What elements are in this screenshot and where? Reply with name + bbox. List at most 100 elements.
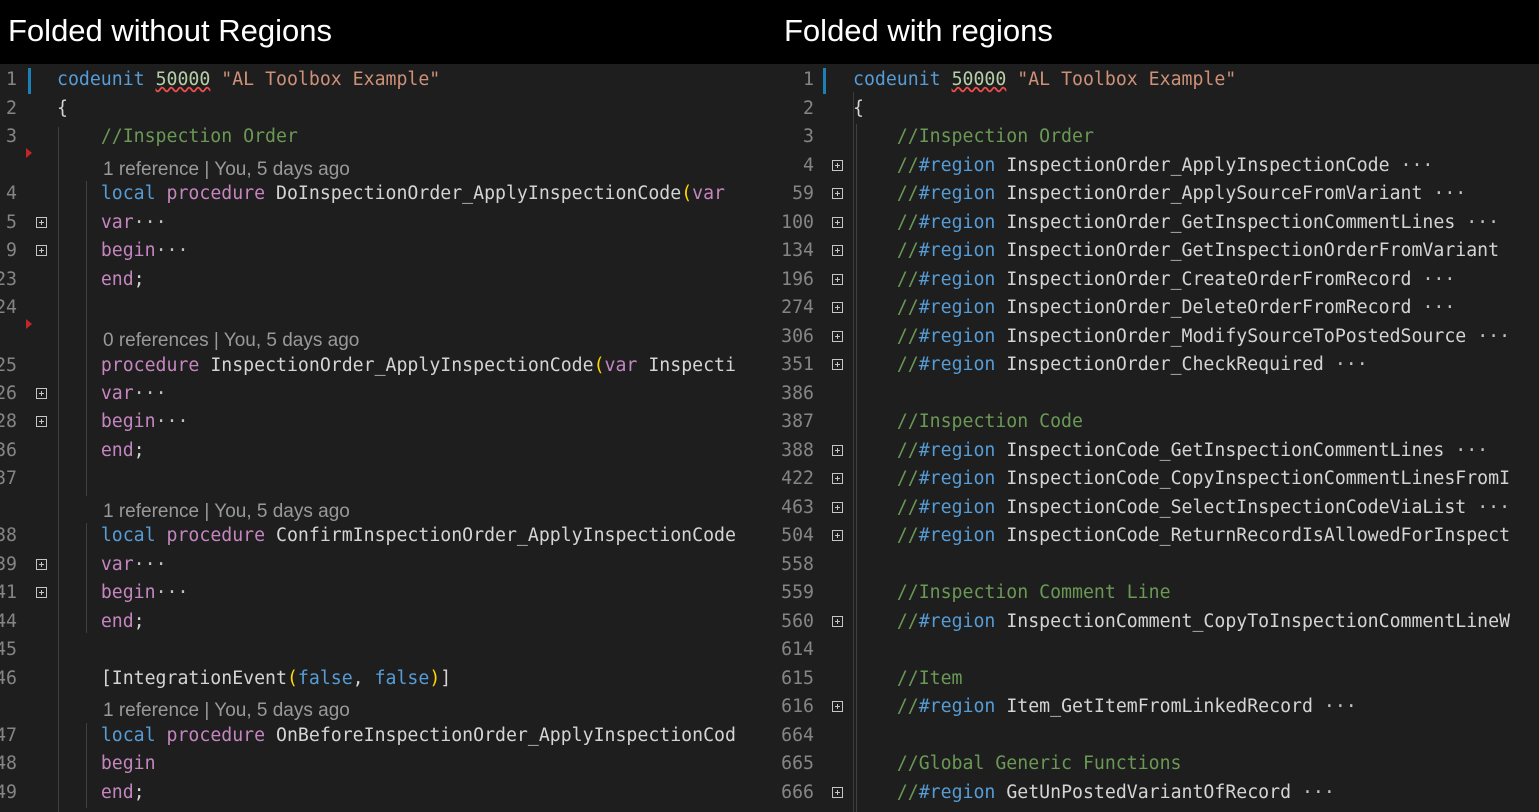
code-line[interactable]: 47 local procedure OnBeforeInspectionOrd…: [0, 722, 772, 750]
editor-pane-with-regions[interactable]: 1 codeunit 50000 "AL Toolbox Example" 2{3 …: [772, 64, 1539, 812]
expand-fold-icon[interactable]: [832, 245, 843, 256]
line-number: 504: [781, 525, 814, 546]
code-line[interactable]: 37: [0, 465, 772, 493]
line-number: 274: [781, 297, 814, 318]
codelens-references[interactable]: 0 references | You, 5 days ago: [103, 328, 359, 354]
code-text: //#region InspectionOrder_CheckRequired …: [896, 354, 1368, 375]
code-line[interactable]: 560 //#region InspectionComment_CopyToIn…: [772, 608, 1539, 636]
code-line[interactable]: 2{: [772, 95, 1539, 123]
code-line[interactable]: 274 //#region InspectionOrder_DeleteOrde…: [772, 294, 1539, 322]
code-line[interactable]: 134 //#region InspectionOrder_GetInspect…: [772, 237, 1539, 265]
indent-guide-block: [86, 723, 87, 808]
line-number: 46: [0, 668, 17, 689]
code-text: end;: [100, 440, 145, 461]
code-line[interactable]: 59 //#region InspectionOrder_ApplySource…: [772, 180, 1539, 208]
expand-fold-icon[interactable]: [832, 217, 843, 228]
code-line[interactable]: 1 codeunit 50000 "AL Toolbox Example": [0, 66, 772, 94]
expand-fold-icon[interactable]: [36, 587, 47, 598]
editor-pane-without-regions[interactable]: 1 codeunit 50000 "AL Toolbox Example" 2{3 …: [0, 64, 772, 812]
expand-fold-icon[interactable]: [832, 331, 843, 342]
code-text: //Inspection Order: [100, 126, 298, 147]
code-text: begin: [100, 753, 156, 774]
expand-fold-icon[interactable]: [36, 416, 47, 427]
code-line[interactable]: 23 end;: [0, 266, 772, 294]
code-line[interactable]: 49 end;: [0, 779, 772, 807]
code-line[interactable]: 26 var···: [0, 380, 772, 408]
code-line[interactable]: 100 //#region InspectionOrder_GetInspect…: [772, 209, 1539, 237]
code-line[interactable]: 41 begin···: [0, 579, 772, 607]
line-number: 134: [781, 240, 814, 261]
code-line[interactable]: 2{: [0, 95, 772, 123]
code-line[interactable]: 306 //#region InspectionOrder_ModifySour…: [772, 323, 1539, 351]
line-number: 306: [781, 326, 814, 347]
code-line[interactable]: 1 codeunit 50000 "AL Toolbox Example": [772, 66, 1539, 94]
left-title: Folded without Regions: [8, 13, 332, 48]
code-line[interactable]: 25 procedure InspectionOrder_ApplyInspec…: [0, 352, 772, 380]
code-line[interactable]: 5 var···: [0, 209, 772, 237]
code-line[interactable]: 558: [772, 551, 1539, 579]
code-line[interactable]: 44 end;: [0, 608, 772, 636]
expand-fold-icon[interactable]: [832, 188, 843, 199]
line-number: 24: [0, 297, 17, 318]
line-number: 38: [0, 525, 17, 546]
code-line[interactable]: 48 begin: [0, 750, 772, 778]
expand-fold-icon[interactable]: [832, 274, 843, 285]
code-line[interactable]: 504 //#region InspectionCode_ReturnRecor…: [772, 522, 1539, 550]
code-line[interactable]: 614: [772, 636, 1539, 664]
code-text: [IntegrationEvent(false, false)]: [100, 668, 452, 689]
code-line[interactable]: 388 //#region InspectionCode_GetInspecti…: [772, 437, 1539, 465]
expand-fold-icon[interactable]: [832, 787, 843, 798]
code-line[interactable]: 664: [772, 722, 1539, 750]
code-line[interactable]: 616 //#region Item_GetItemFromLinkedReco…: [772, 693, 1539, 721]
code-line[interactable]: 615 //Item: [772, 665, 1539, 693]
code-line[interactable]: 196 //#region InspectionOrder_CreateOrde…: [772, 266, 1539, 294]
line-number: 5: [6, 212, 17, 233]
code-line[interactable]: 386: [772, 380, 1539, 408]
code-line[interactable]: 559 //Inspection Comment Line: [772, 579, 1539, 607]
code-line[interactable]: 3 //Inspection Order: [0, 123, 772, 151]
code-line[interactable]: 9 begin···: [0, 237, 772, 265]
code-line[interactable]: 666 //#region GetUnPostedVariantOfRecord…: [772, 779, 1539, 807]
expand-fold-icon[interactable]: [832, 701, 843, 712]
expand-fold-icon[interactable]: [832, 302, 843, 313]
expand-fold-icon[interactable]: [832, 160, 843, 171]
line-number: 422: [781, 468, 814, 489]
line-number: 59: [792, 183, 814, 204]
codelens-references[interactable]: 1 reference | You, 5 days ago: [103, 157, 350, 183]
expand-fold-icon[interactable]: [832, 359, 843, 370]
expand-fold-icon[interactable]: [36, 388, 47, 399]
code-line[interactable]: 387 //Inspection Code: [772, 408, 1539, 436]
code-line[interactable]: 39 var···: [0, 551, 772, 579]
code-line[interactable]: 665 //Global Generic Functions: [772, 750, 1539, 778]
line-number: 4: [6, 183, 17, 204]
line-number: 560: [781, 611, 814, 632]
code-line[interactable]: 38 local procedure ConfirmInspectionOrde…: [0, 522, 772, 550]
code-line[interactable]: 28 begin···: [0, 408, 772, 436]
expand-fold-icon[interactable]: [832, 616, 843, 627]
expand-fold-icon[interactable]: [36, 217, 47, 228]
code-line[interactable]: 3 //Inspection Order: [772, 123, 1539, 151]
code-line[interactable]: 24: [0, 294, 772, 322]
code-line[interactable]: 4 //#region InspectionOrder_ApplyInspect…: [772, 152, 1539, 180]
codelens-references[interactable]: 1 reference | You, 5 days ago: [103, 499, 350, 525]
code-line[interactable]: 36 end;: [0, 437, 772, 465]
gutter-separator: [853, 92, 854, 812]
git-change-bar: [28, 68, 31, 94]
expand-fold-icon[interactable]: [832, 445, 843, 456]
expand-fold-icon[interactable]: [36, 559, 47, 570]
expand-fold-icon[interactable]: [832, 502, 843, 513]
line-number: 44: [0, 611, 17, 632]
code-line[interactable]: 463 //#region InspectionCode_SelectInspe…: [772, 494, 1539, 522]
expand-fold-icon[interactable]: [832, 530, 843, 541]
expand-fold-icon[interactable]: [832, 473, 843, 484]
line-number: 4: [803, 155, 814, 176]
code-line[interactable]: 4 local procedure DoInspectionOrder_Appl…: [0, 180, 772, 208]
code-line[interactable]: 351 //#region InspectionOrder_CheckRequi…: [772, 351, 1539, 379]
line-number: 23: [0, 269, 17, 290]
code-line[interactable]: 45: [0, 636, 772, 664]
line-number: 48: [0, 753, 17, 774]
code-line[interactable]: 422 //#region InspectionCode_CopyInspect…: [772, 465, 1539, 493]
codelens-references[interactable]: 1 reference | You, 5 days ago: [103, 698, 350, 724]
expand-fold-icon[interactable]: [36, 245, 47, 256]
code-line[interactable]: 46 [IntegrationEvent(false, false)]: [0, 665, 772, 693]
